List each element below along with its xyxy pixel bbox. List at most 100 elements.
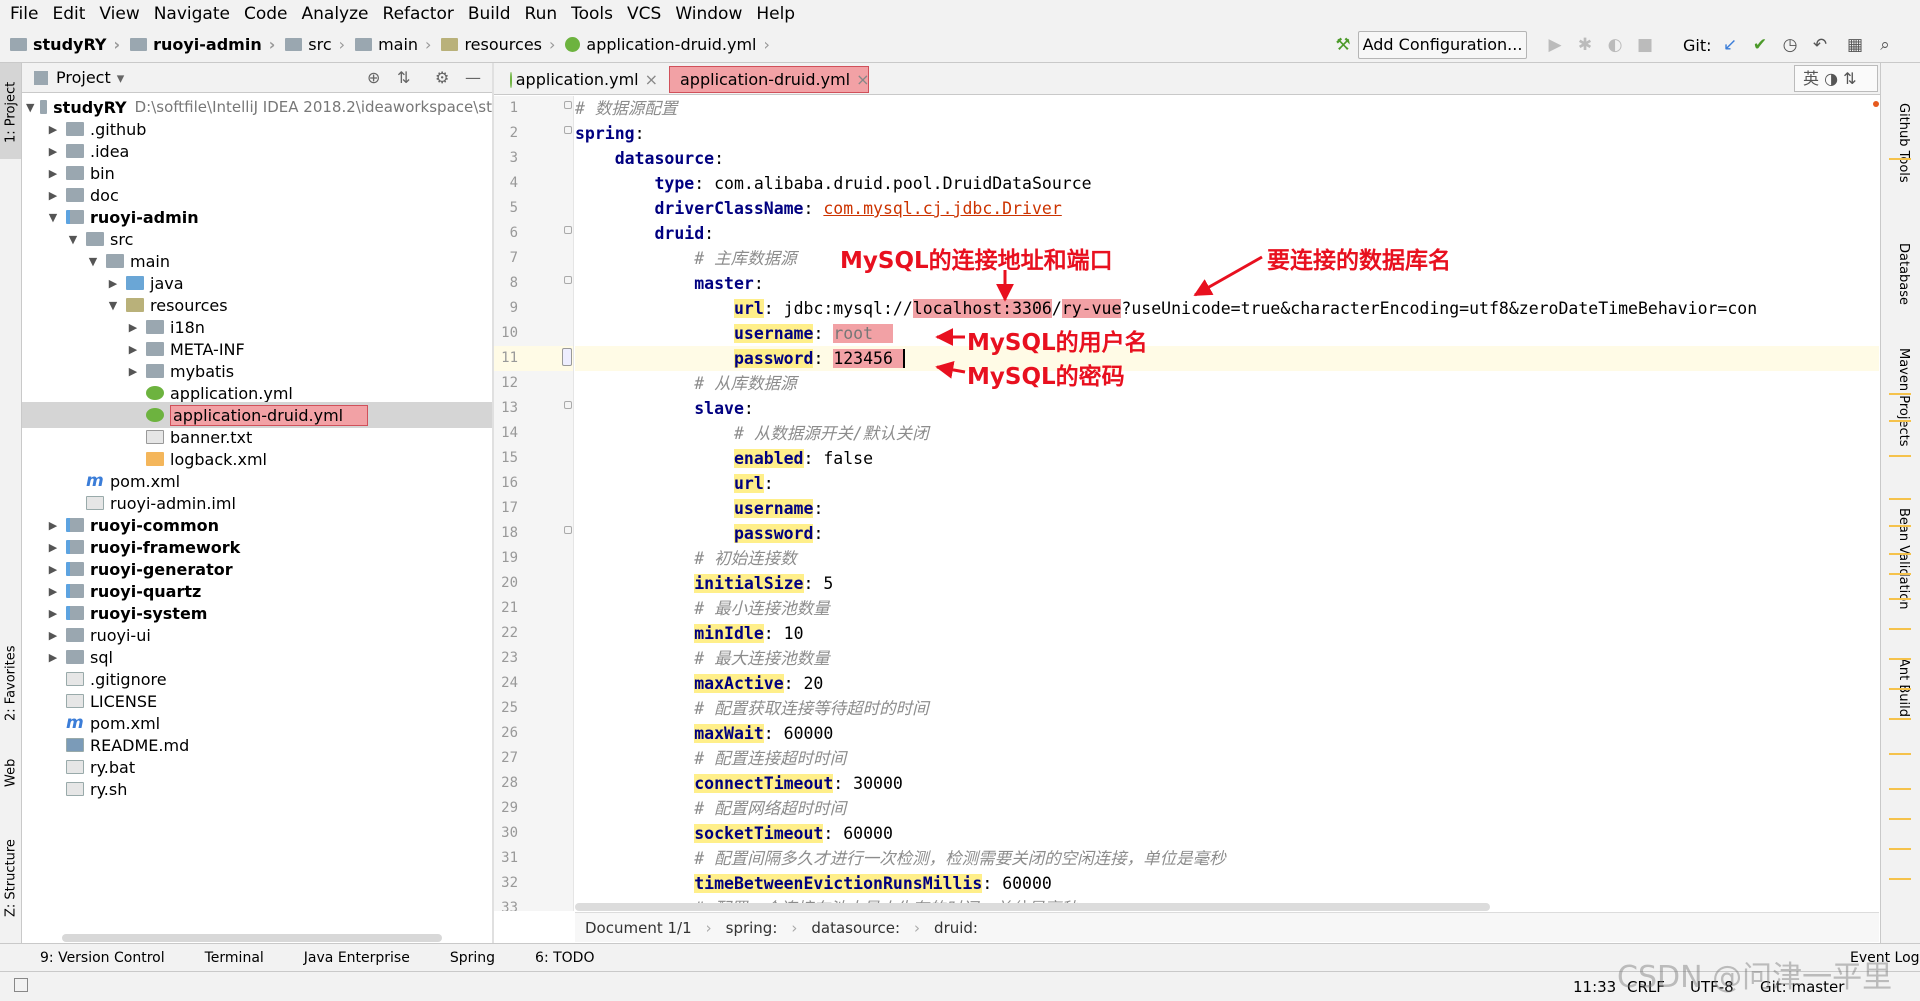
code-line-22: minIdle: 10	[694, 624, 804, 643]
build-hammer-icon[interactable]: ⚒	[1332, 34, 1354, 56]
tab-terminal[interactable]: Terminal	[205, 950, 264, 966]
fold-marker-icon[interactable]	[564, 101, 572, 109]
error-indicator-icon[interactable]	[1873, 101, 1879, 107]
iml-file-icon	[86, 496, 104, 510]
breadcrumb-src[interactable]: src ›	[275, 35, 345, 54]
ime-indicator[interactable]: 英 ◑ ⇅	[1794, 65, 1878, 92]
module-folder-icon	[66, 562, 84, 576]
locate-icon[interactable]: ⊕	[367, 68, 380, 87]
tab-java-enterprise[interactable]: Java Enterprise	[304, 950, 410, 966]
code-line-6: druid:	[654, 224, 715, 243]
crumb-spring[interactable]: spring:	[726, 919, 778, 937]
tab-spring[interactable]: Spring	[450, 950, 495, 966]
menu-file[interactable]: File	[6, 4, 48, 24]
folder-icon	[10, 38, 27, 51]
folder-icon	[66, 188, 84, 202]
menu-bar: File Edit View Navigate Code Analyze Ref…	[0, 0, 1920, 27]
horizontal-scrollbar[interactable]	[62, 934, 442, 942]
tab-web[interactable]: Web	[1, 743, 21, 803]
revert-icon[interactable]: ↶	[1809, 34, 1831, 56]
tab-database[interactable]: Database	[1891, 243, 1911, 323]
crumb-datasource[interactable]: datasource:	[811, 919, 900, 937]
fold-marker-icon[interactable]	[564, 226, 572, 234]
menu-tools[interactable]: Tools	[567, 4, 623, 24]
git-update-icon[interactable]: ↙	[1719, 34, 1741, 56]
code-line-27: # 配置连接超时时间	[694, 749, 847, 768]
folder-icon	[66, 144, 84, 158]
tab-todo[interactable]: 6: TODO	[535, 950, 594, 966]
navigation-bar: studyRY › ruoyi-admin › src › main › resourc…	[0, 27, 1920, 63]
add-configuration-button[interactable]: Add Configuration...	[1358, 31, 1527, 59]
menu-run[interactable]: Run	[521, 4, 568, 24]
debug-icon[interactable]: ✱	[1574, 34, 1596, 56]
tab-structure[interactable]: Z: Structure	[1, 823, 21, 933]
coverage-icon[interactable]: ◐	[1604, 34, 1626, 56]
xml-file-icon	[146, 452, 164, 466]
menu-view[interactable]: View	[95, 4, 149, 24]
folder-icon	[66, 122, 84, 136]
menu-edit[interactable]: Edit	[48, 4, 95, 24]
close-icon[interactable]: ×	[645, 70, 658, 89]
resources-folder-icon	[126, 298, 144, 312]
run-icon[interactable]: ▶	[1544, 34, 1566, 56]
fold-marker-icon[interactable]	[564, 126, 572, 134]
tab-version-control[interactable]: 9: Version Control	[40, 950, 165, 966]
collapse-all-icon[interactable]: ⇅	[397, 68, 410, 87]
tree-item-ry-sh[interactable]: ry.sh	[22, 776, 492, 802]
fold-marker-icon[interactable]	[564, 526, 572, 534]
breadcrumb-resources[interactable]: resources ›	[431, 35, 555, 54]
gear-icon[interactable]: ⚙	[435, 68, 449, 87]
menu-code[interactable]: Code	[240, 4, 298, 24]
caret-position[interactable]: 11:33	[1573, 978, 1616, 996]
menu-window[interactable]: Window	[671, 4, 752, 24]
crumb-druid[interactable]: druid:	[934, 919, 978, 937]
project-panel-title[interactable]: Project	[56, 68, 111, 87]
folder-icon	[146, 364, 164, 378]
tab-maven-projects[interactable]: Maven Projects	[1891, 348, 1911, 488]
tab-favorites[interactable]: 2: Favorites	[1, 633, 21, 733]
menu-analyze[interactable]: Analyze	[298, 4, 379, 24]
tab-application-yml[interactable]: application.yml ×	[504, 66, 664, 93]
code-line-13: slave:	[694, 399, 754, 418]
fold-marker-icon[interactable]	[562, 348, 572, 366]
hide-icon[interactable]: —	[465, 68, 481, 87]
breadcrumb-module[interactable]: ruoyi-admin ›	[120, 35, 275, 54]
tab-ant-build[interactable]: Ant Build	[1891, 658, 1911, 758]
breadcrumb-main[interactable]: main ›	[345, 35, 431, 54]
editor-tab-bar: application.yml × application-druid.yml × …	[494, 63, 1880, 95]
folder-icon	[86, 232, 104, 246]
code-line-26: maxWait: 60000	[694, 724, 834, 743]
stop-icon[interactable]: ■	[1634, 34, 1656, 56]
maven-icon: m	[86, 471, 104, 491]
fold-marker-icon[interactable]	[564, 276, 572, 284]
project-panel-header: Project ▾ ⊕ ⇅ ⚙ —	[22, 63, 492, 93]
tab-project[interactable]: 1: Project	[1, 67, 21, 157]
module-folder-icon	[66, 584, 84, 598]
horizontal-scrollbar[interactable]	[575, 903, 1490, 911]
git-commit-icon[interactable]: ✔	[1749, 34, 1771, 56]
breadcrumb-file[interactable]: application-druid.yml ›	[555, 35, 770, 54]
menu-build[interactable]: Build	[464, 4, 521, 24]
menu-help[interactable]: Help	[752, 4, 805, 24]
tab-application-druid-yml[interactable]: application-druid.yml ×	[669, 66, 870, 93]
search-icon[interactable]: ⌕	[1874, 34, 1896, 56]
url-db-highlight: ry-vue	[1061, 299, 1122, 318]
close-icon[interactable]: ×	[856, 70, 869, 89]
code-line-5: driverClassName: com.mysql.cj.jdbc.Drive…	[654, 199, 1062, 218]
menu-refactor[interactable]: Refactor	[379, 4, 464, 24]
menu-vcs[interactable]: VCS	[623, 4, 671, 24]
chevron-down-icon[interactable]: ▾	[117, 69, 125, 87]
toggle-tool-windows-icon[interactable]	[14, 978, 28, 992]
code-editor[interactable]: # 数据源配置 spring: datasource: type: com.al…	[575, 96, 1879, 911]
code-line-31: # 配置间隔多久才进行一次检测，检测需要关闭的空闲连接，单位是毫秒	[694, 849, 1226, 868]
left-tool-stripe: 1: Project 2: Favorites Web Z: Structure	[0, 63, 22, 943]
tab-bean-validation[interactable]: Bean Validation	[1891, 508, 1911, 648]
menu-navigate[interactable]: Navigate	[150, 4, 240, 24]
fold-marker-icon[interactable]	[564, 401, 572, 409]
code-line-7: # 主库数据源	[694, 249, 797, 268]
history-icon[interactable]: ◷	[1779, 34, 1801, 56]
project-structure-icon[interactable]: ▦	[1844, 34, 1866, 56]
folder-icon	[106, 254, 124, 268]
module-folder-icon	[66, 210, 84, 224]
breadcrumb-project[interactable]: studyRY ›	[0, 35, 120, 54]
